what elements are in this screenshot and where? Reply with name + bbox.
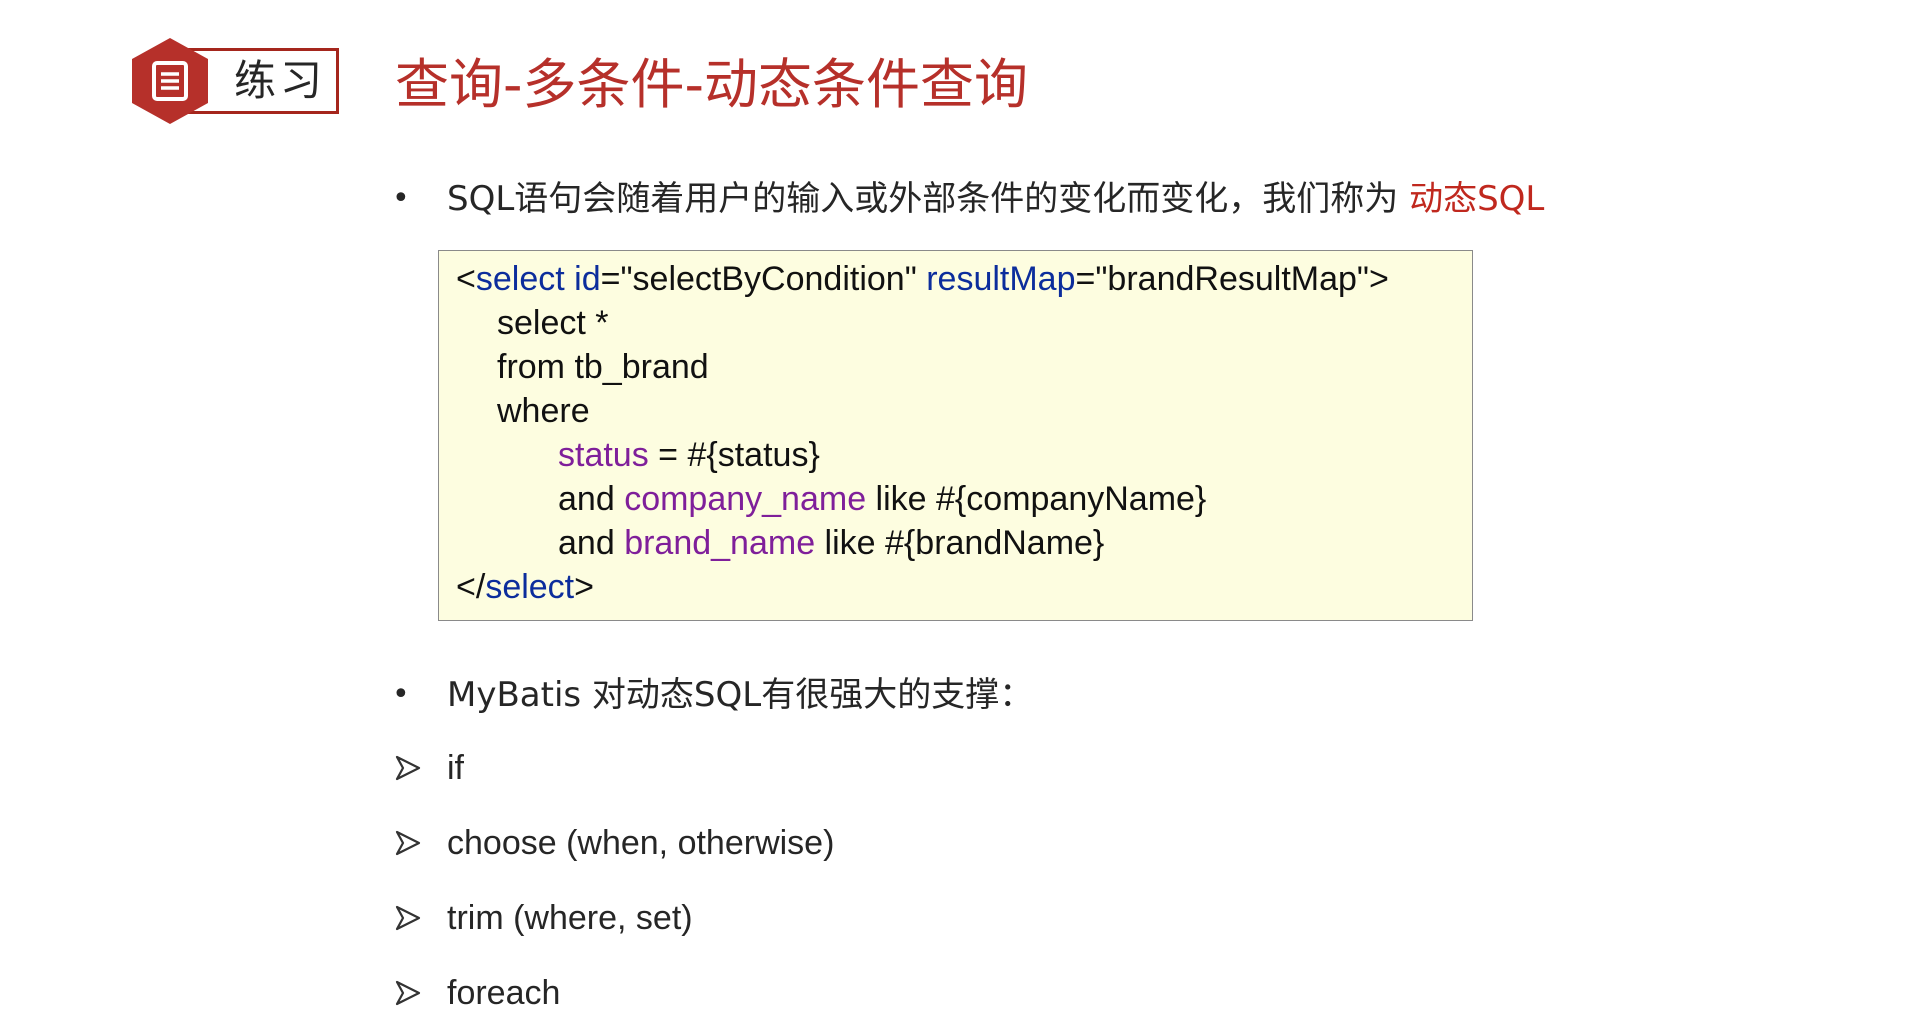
bullet-dot: • [392,677,410,712]
bullet-text: SQL语句会随着用户的输入或外部条件的变化而变化，我们称为 [447,179,1410,219]
arrow-bullet-icon [395,980,421,1006]
code-line-7: and brand_name like #{brandName} [558,524,1105,562]
badge-label: 练习 [233,56,326,105]
page-title: 查询-多条件-动态条件查询 [395,53,1028,116]
arrow-bullet-icon [395,905,421,931]
sub-item-text: foreach [447,974,561,1012]
bullet-text: MyBatis 对动态SQL有很强大的支撑： [447,675,1034,715]
bullet-dot: • [392,181,410,216]
document-icon [132,38,208,124]
section-badge: 练习 [129,36,344,126]
highlight-dynamic-sql: 动态SQL [1409,179,1545,219]
code-line-5: status = #{status} [558,436,820,474]
code-line-8: </select> [456,568,594,606]
sub-item-text: choose (when, otherwise) [447,824,835,862]
slide: 练习 查询-多条件-动态条件查询 • SQL语句会随着用户的输入或外部条件的变化… [0,0,1931,1033]
sub-item-text: if [447,749,464,787]
code-line-1: <select id="selectByCondition" resultMap… [456,260,1389,298]
sub-item-text: trim (where, set) [447,899,693,937]
code-line-4: where [497,392,590,430]
code-block: <select id="selectByCondition" resultMap… [438,250,1473,621]
arrow-bullet-icon [395,755,421,781]
arrow-bullet-icon [395,830,421,856]
code-line-6: and company_name like #{companyName} [558,480,1207,518]
code-line-2: select * [497,304,609,342]
code-line-3: from tb_brand [497,348,709,386]
